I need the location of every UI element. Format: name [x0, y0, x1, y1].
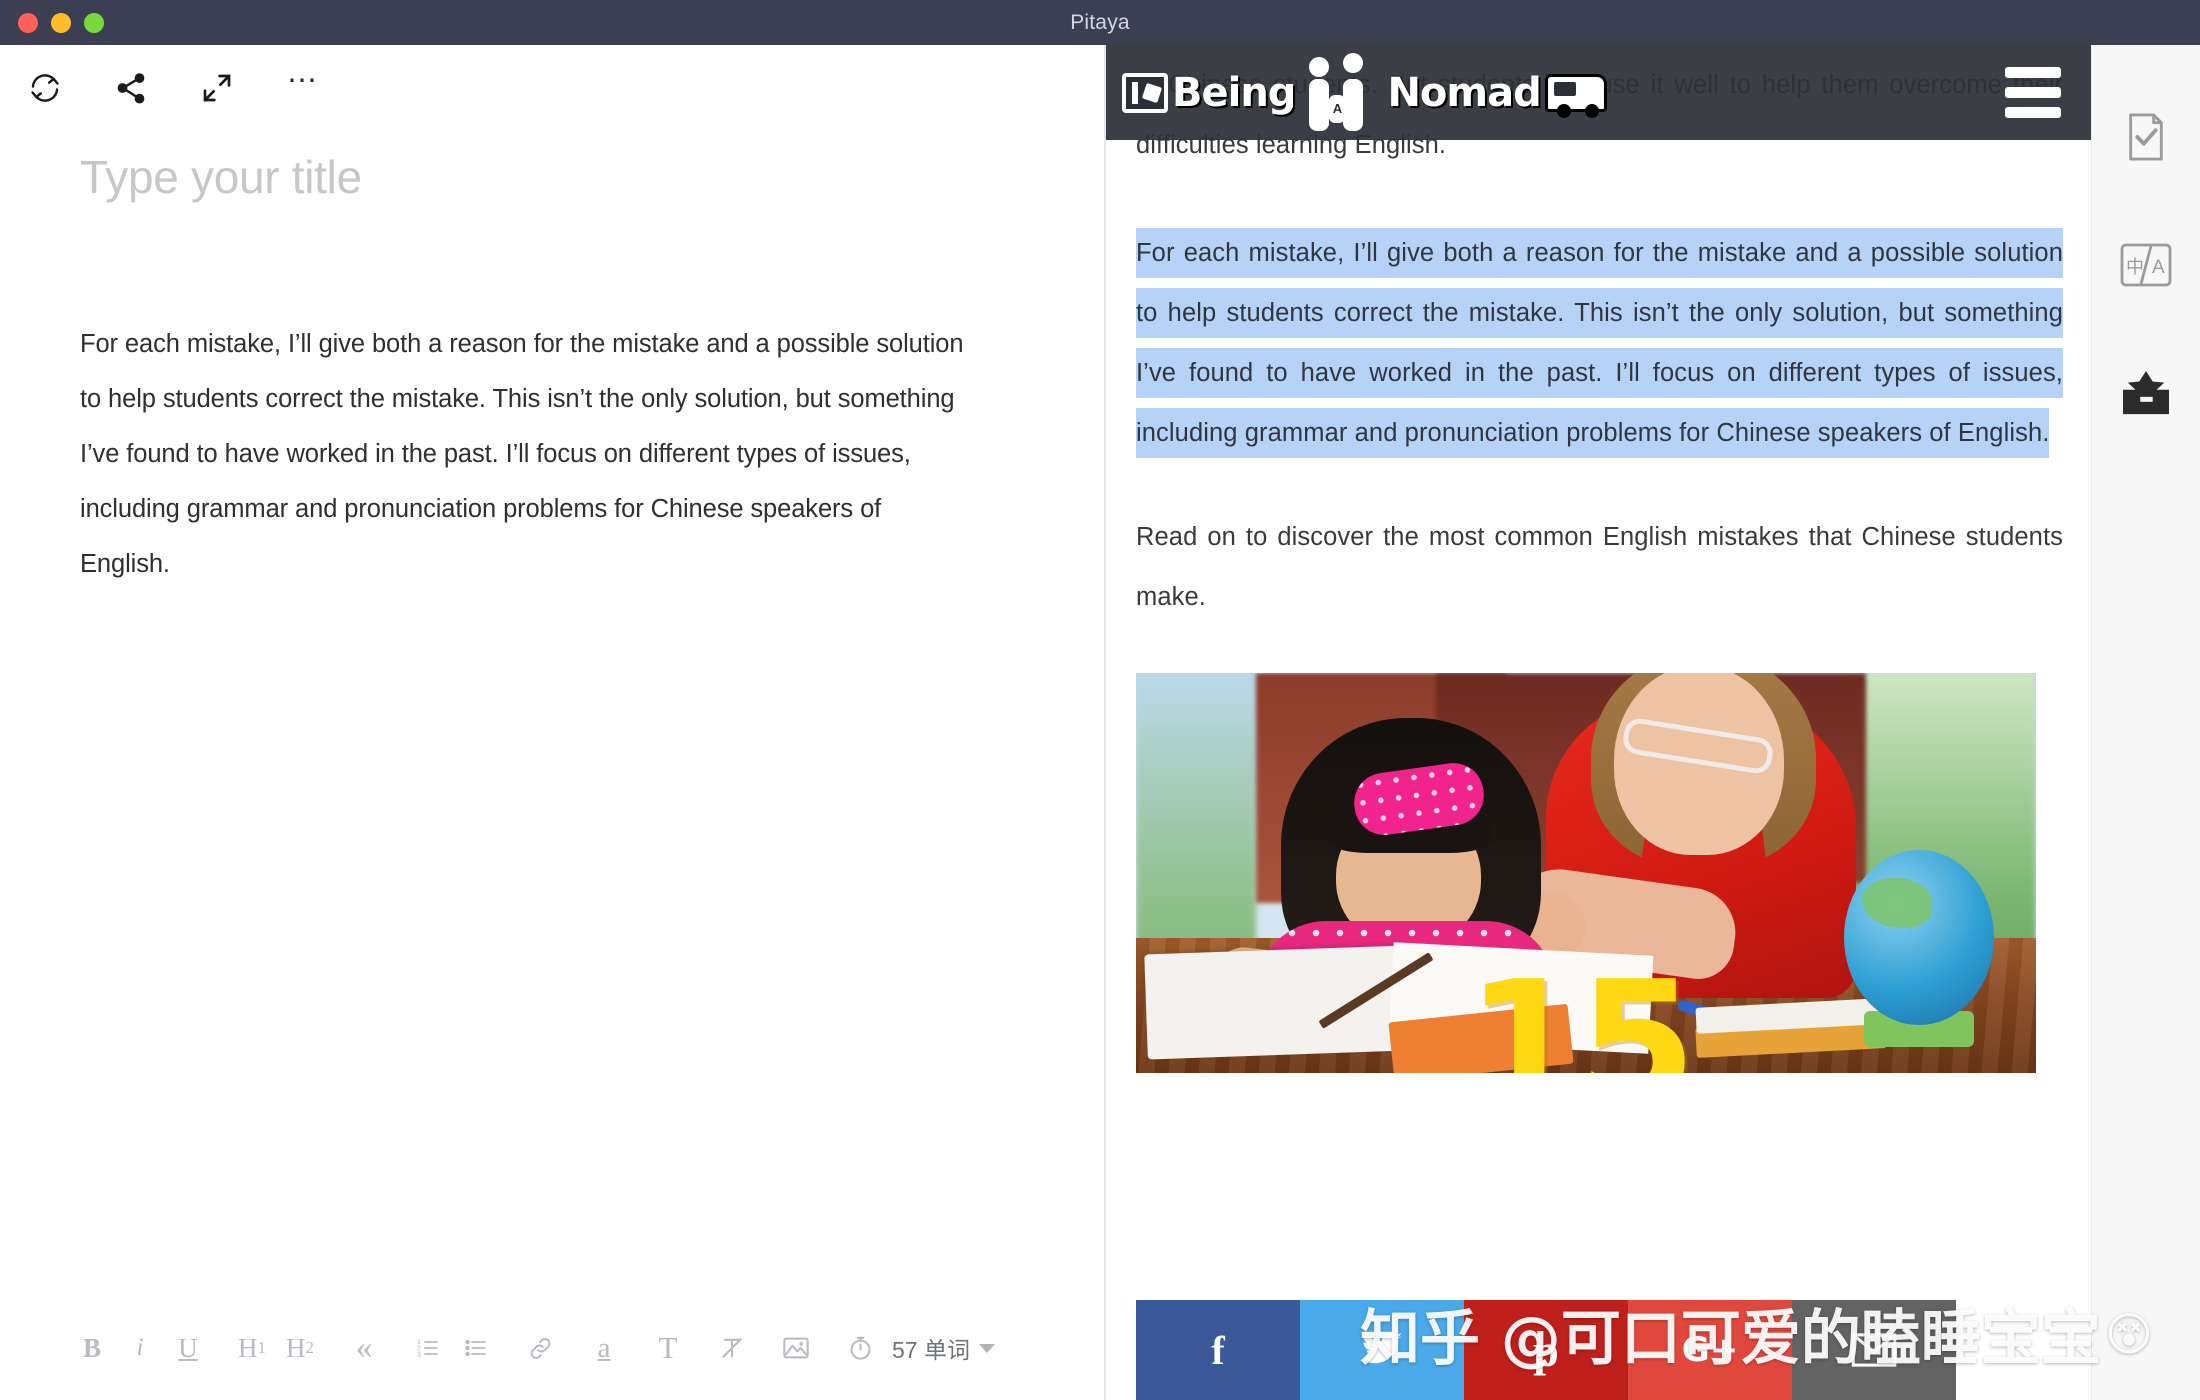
bullet-list-icon[interactable] [462, 1325, 490, 1371]
preview-paragraph-read-on: Read on to discover the most common Engl… [1136, 523, 2063, 611]
hamburger-menu-icon[interactable] [1997, 59, 2069, 126]
social-share-bar: f p G+ [1136, 1300, 1956, 1400]
share-googleplus-button[interactable]: G+ [1628, 1300, 1792, 1400]
archive-box-icon[interactable] [2116, 363, 2176, 423]
preview-paragraph-selected[interactable]: For each mistake, I’ll give both a reaso… [1106, 223, 2091, 463]
italic-button[interactable]: i [126, 1325, 154, 1371]
camera-icon [1122, 72, 1168, 113]
maximize-button[interactable] [84, 12, 104, 33]
window-title: Pitaya [1070, 10, 1130, 34]
share-email-button[interactable] [1792, 1300, 1956, 1400]
window-titlebar: Pitaya [0, 0, 2200, 45]
site-logo[interactable]: Being A Nomad [1122, 45, 1607, 140]
text-color-icon[interactable]: T [654, 1325, 682, 1371]
word-count-selector[interactable]: 57 单词 [892, 1331, 995, 1365]
link-icon[interactable] [526, 1325, 554, 1371]
image-icon[interactable] [782, 1325, 810, 1371]
family-adult-left [1309, 78, 1330, 131]
share-icon[interactable] [108, 65, 154, 111]
family-head-left [1309, 56, 1330, 77]
editor-top-toolbar: ⋯ [22, 57, 326, 119]
timer-icon[interactable] [846, 1325, 874, 1371]
fullscreen-icon[interactable] [194, 65, 240, 111]
pinterest-icon: p [1533, 1324, 1559, 1376]
share-facebook-button[interactable]: f [1136, 1300, 1300, 1400]
ordered-list-icon[interactable]: 1 2 3 [414, 1325, 442, 1371]
family-adult-right [1343, 78, 1364, 131]
preview-pane: to Chinese students. But students can us… [1106, 45, 2091, 1400]
share-twitter-button[interactable] [1300, 1300, 1464, 1400]
highlight-icon[interactable]: a [590, 1325, 618, 1371]
blockquote-button[interactable]: « [350, 1325, 378, 1371]
tutor-and-student-photo: 15 [1136, 673, 2036, 1073]
hamburger-bar [2005, 107, 2061, 118]
word-count-label: 57 单词 [892, 1337, 970, 1363]
hamburger-bar [2005, 67, 2061, 78]
family-head-right [1343, 52, 1364, 73]
sync-icon[interactable] [22, 65, 68, 111]
translate-icon[interactable]: 中 A [2116, 235, 2176, 295]
heading1-label: H [238, 1332, 258, 1363]
envelope-icon [1851, 1333, 1897, 1367]
family-icon: A [1299, 51, 1383, 135]
googleplus-icon: G+ [1681, 1330, 1739, 1370]
ellipsis-glyph: ⋯ [287, 64, 319, 97]
van-icon [1544, 73, 1607, 118]
share-pinterest-button[interactable]: p [1464, 1300, 1628, 1400]
editor-pane: ⋯ Type your title For each mistake, I’ll… [0, 45, 1104, 1400]
chevron-down-icon [978, 1343, 995, 1353]
twitter-icon [1360, 1331, 1404, 1369]
more-options-icon[interactable]: ⋯ [280, 65, 326, 111]
heading1-button[interactable]: H1 [238, 1325, 266, 1371]
clear-format-icon[interactable] [718, 1325, 746, 1371]
heading2-label: H [286, 1332, 306, 1363]
document-check-icon[interactable] [2116, 107, 2176, 167]
preview-site-header: Being A Nomad [1106, 45, 2091, 140]
heading1-sub: 1 [257, 1338, 267, 1357]
svg-text:中: 中 [2126, 257, 2144, 278]
photo-notebook [1144, 945, 1408, 1060]
right-sidebar: 中 A [2091, 45, 2200, 1400]
app-window: Pitaya ⋯ Type your title For each mistak… [0, 0, 2200, 1400]
logo-text-nomad: Nomad [1387, 69, 1541, 116]
bold-button[interactable]: B [78, 1325, 106, 1371]
svg-text:3: 3 [417, 1352, 421, 1359]
underline-button[interactable]: U [174, 1325, 202, 1371]
hamburger-bar [2005, 87, 2061, 98]
facebook-icon: f [1211, 1327, 1225, 1373]
logo-text-being: Being [1172, 69, 1296, 116]
selected-text-highlight: For each mistake, I’ll give both a reaso… [1136, 228, 2063, 458]
close-button[interactable] [18, 12, 38, 33]
document-title-placeholder[interactable]: Type your title [80, 150, 1000, 204]
minimize-button[interactable] [51, 12, 71, 33]
heading2-button[interactable]: H2 [286, 1325, 314, 1371]
document-body-text[interactable]: For each mistake, I’ll give both a reaso… [80, 317, 970, 592]
heading2-sub: 2 [305, 1338, 315, 1357]
window-controls [18, 0, 104, 45]
preview-content: to Chinese students. But students can us… [1106, 45, 2091, 1073]
family-child: A [1329, 94, 1346, 123]
editor-format-toolbar: B i U H1 H2 « 1 2 3 a T 57 单词 [78, 1320, 995, 1376]
svg-text:A: A [2152, 257, 2165, 278]
photo-overlay-number: 15 [1466, 945, 1697, 1073]
photo-globe [1844, 850, 1994, 1025]
